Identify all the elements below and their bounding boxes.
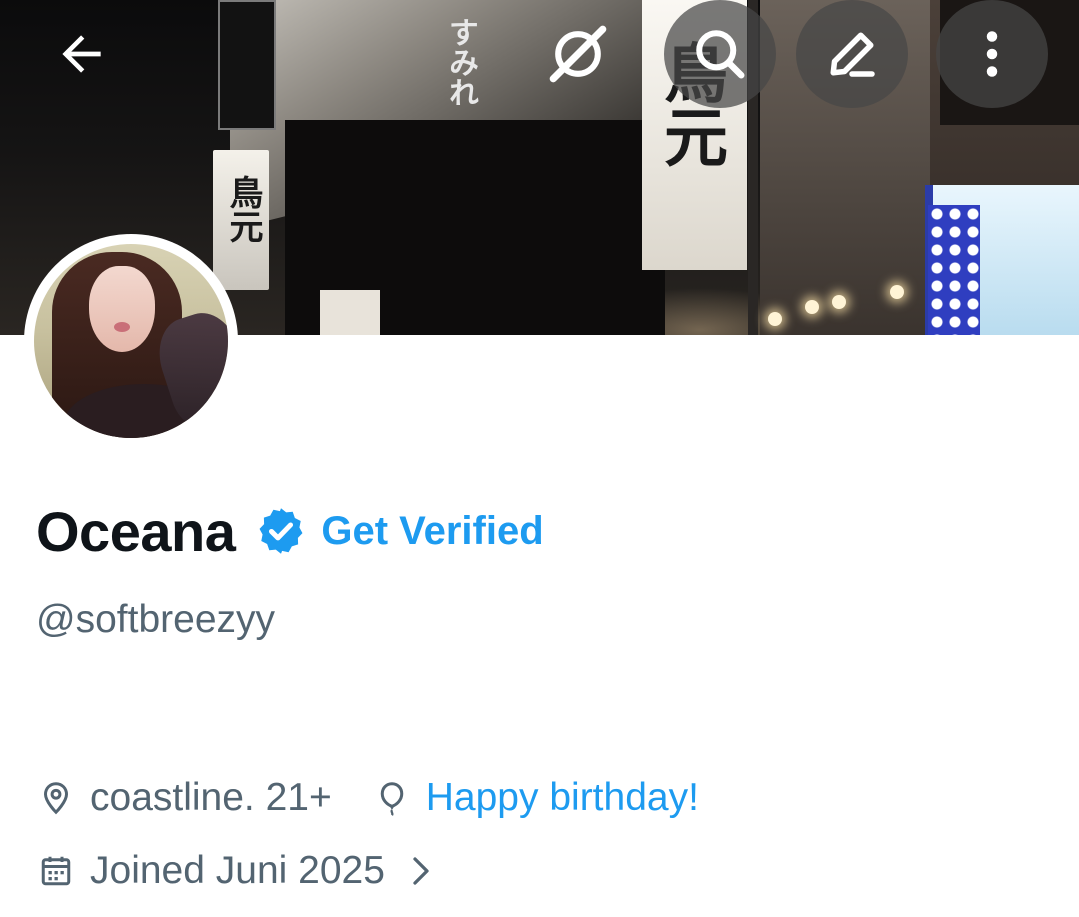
banner-lamp: [890, 285, 904, 299]
balloon-icon: [372, 778, 412, 818]
chevron-right-icon[interactable]: [407, 851, 435, 891]
banner-lamp: [805, 300, 819, 314]
banner-lamp: [768, 312, 782, 326]
more-button[interactable]: [936, 0, 1048, 108]
banner-sign-text: 鳥元: [223, 175, 263, 243]
grok-icon: [549, 25, 607, 83]
display-name: Oceana: [36, 499, 236, 563]
profile-name-row: Oceana Get Verified: [36, 496, 544, 566]
avatar[interactable]: [24, 234, 238, 448]
more-vertical-icon: [986, 31, 998, 77]
banner-sign: [320, 290, 380, 335]
calendar-icon: [36, 851, 76, 891]
banner-sign-text: すみれ: [443, 17, 478, 107]
search-icon: [696, 30, 745, 79]
banner-lamp: [832, 295, 846, 309]
arrow-left-icon: [62, 35, 101, 73]
user-handle: @softbreezyy: [36, 598, 276, 641]
verified-badge-icon[interactable]: [255, 505, 307, 557]
avatar-lips: [114, 322, 130, 332]
get-verified-link[interactable]: Get Verified: [321, 509, 543, 554]
joined-row[interactable]: Joined Juni 2025: [36, 845, 435, 897]
grok-button[interactable]: [522, 0, 634, 108]
banner-sign: すみれ: [218, 0, 478, 130]
edit-icon: [830, 32, 875, 77]
back-button[interactable]: [26, 0, 138, 108]
joined-date-text: Joined Juni 2025: [90, 849, 385, 892]
birthday-link[interactable]: Happy birthday!: [426, 776, 699, 820]
profile-meta-row: coastline. 21+ Happy birthday!: [36, 772, 699, 824]
search-button[interactable]: [664, 0, 776, 108]
avatar-face: [89, 266, 155, 352]
location-text: coastline. 21+: [90, 776, 332, 819]
location-pin-icon: [36, 778, 76, 818]
edit-profile-button[interactable]: [796, 0, 908, 108]
avatar-photo: [34, 244, 228, 438]
banner-neon-pattern: [928, 205, 980, 335]
